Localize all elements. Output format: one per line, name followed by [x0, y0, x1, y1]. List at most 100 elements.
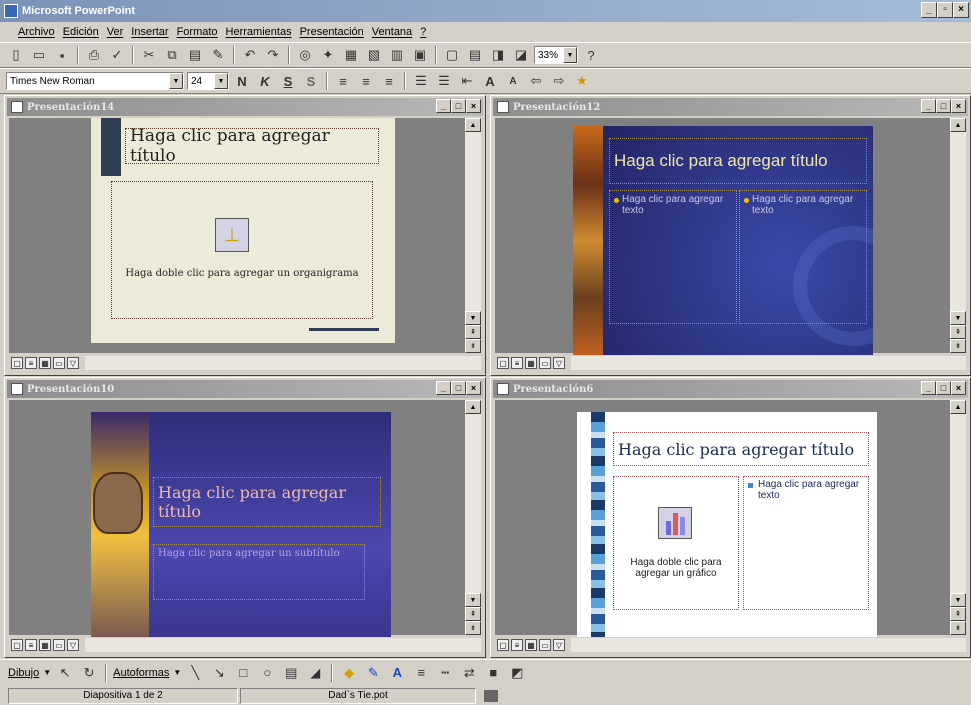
menu-help[interactable]: ?	[420, 26, 426, 38]
window-presentacion6[interactable]: Presentación6 _ □ × Haga clic para agreg…	[490, 377, 971, 658]
menu-ventana[interactable]: Ventana	[372, 26, 412, 38]
bullets-icon[interactable]: ☰	[434, 71, 454, 91]
horizontal-scrollbar[interactable]	[571, 356, 966, 370]
align-left-icon[interactable]: ≡	[333, 71, 353, 91]
next-slide-icon[interactable]: ⇟	[950, 621, 966, 635]
window-presentacion10[interactable]: Presentación10 _ □ × Haga clic para agre…	[4, 377, 486, 658]
paste-icon[interactable]: ▤	[185, 45, 205, 65]
line-style-icon[interactable]: ≡	[411, 663, 431, 683]
horizontal-scrollbar[interactable]	[571, 638, 966, 652]
outline-view-icon[interactable]: ≡	[511, 357, 523, 369]
3d-icon[interactable]: ◩	[507, 663, 527, 683]
notes-view-icon[interactable]: ▭	[53, 357, 65, 369]
insert-clipart-icon[interactable]: ▣	[410, 45, 430, 65]
scroll-down-icon[interactable]: ▼	[950, 311, 966, 325]
outline-view-icon[interactable]: ≡	[25, 639, 37, 651]
line-icon[interactable]: ╲	[185, 663, 205, 683]
scroll-up-icon[interactable]: ▲	[950, 400, 966, 414]
close-icon[interactable]: ×	[466, 381, 481, 395]
maximize-icon[interactable]: □	[936, 99, 951, 113]
next-slide-icon[interactable]: ⇟	[465, 339, 481, 353]
font-size-select[interactable]: 24 ▼	[187, 72, 229, 90]
arrow-icon[interactable]: ↘	[209, 663, 229, 683]
scroll-down-icon[interactable]: ▼	[465, 311, 481, 325]
notes-view-icon[interactable]: ▭	[539, 357, 551, 369]
minimize-icon[interactable]: _	[921, 2, 937, 18]
scroll-up-icon[interactable]: ▲	[465, 118, 481, 132]
spelling-icon[interactable]: ✓	[107, 45, 127, 65]
slideshow-icon[interactable]: ▽	[553, 357, 565, 369]
prev-slide-icon[interactable]: ⇞	[950, 325, 966, 339]
left-content-placeholder[interactable]: Haga clic para agregar texto	[609, 190, 737, 324]
copy-icon[interactable]: ⧉	[162, 45, 182, 65]
outline-view-icon[interactable]: ≡	[25, 357, 37, 369]
redo-icon[interactable]: ↷	[263, 45, 283, 65]
wordart-icon[interactable]: ◢	[305, 663, 325, 683]
minimize-icon[interactable]: _	[921, 99, 936, 113]
cut-icon[interactable]: ✂	[139, 45, 159, 65]
slide-presentacion12[interactable]: Haga clic para agregar título Haga clic …	[573, 126, 873, 356]
prev-slide-icon[interactable]: ⇞	[950, 607, 966, 621]
line-color-icon[interactable]: ✎	[363, 663, 383, 683]
vertical-scrollbar[interactable]: ▲ ▼ ⇞ ⇟	[465, 400, 481, 635]
subtitle-placeholder[interactable]: Haga clic para agregar un subtítulo	[153, 544, 365, 600]
print-icon[interactable]: ⎙	[84, 45, 104, 65]
close-icon[interactable]: ×	[951, 99, 966, 113]
align-center-icon[interactable]: ≡	[356, 71, 376, 91]
notes-view-icon[interactable]: ▭	[53, 639, 65, 651]
hyperlink-icon[interactable]: ◎	[295, 45, 315, 65]
menu-formato[interactable]: Formato	[177, 26, 218, 38]
next-slide-icon[interactable]: ⇟	[950, 339, 966, 353]
align-right-icon[interactable]: ≡	[379, 71, 399, 91]
minimize-icon[interactable]: _	[436, 381, 451, 395]
grayscale-icon[interactable]: ◪	[511, 45, 531, 65]
prev-slide-icon[interactable]: ⇞	[465, 607, 481, 621]
menu-insertar[interactable]: Insertar	[131, 26, 168, 38]
textbox-icon[interactable]: ▤	[281, 663, 301, 683]
shadow-icon[interactable]: ■	[483, 663, 503, 683]
window-presentacion14[interactable]: Presentación14 _ □ × Haga clic para agre…	[4, 95, 486, 376]
new-file-icon[interactable]: ▯	[6, 45, 26, 65]
vertical-scrollbar[interactable]: ▲ ▼ ⇞ ⇟	[465, 118, 481, 353]
scroll-up-icon[interactable]: ▲	[950, 118, 966, 132]
insert-word-table-icon[interactable]: ▧	[364, 45, 384, 65]
menu-herramientas[interactable]: Herramientas	[226, 26, 292, 38]
slideshow-icon[interactable]: ▽	[67, 639, 79, 651]
maximize-icon[interactable]: □	[451, 381, 466, 395]
vertical-scrollbar[interactable]: ▲ ▼ ⇞ ⇟	[950, 400, 966, 635]
slide-sorter-icon[interactable]: ▦	[39, 639, 51, 651]
window-titlebar[interactable]: Presentación12	[493, 98, 968, 116]
chart-placeholder[interactable]: Haga doble clic para agregar un gráfico	[613, 476, 739, 610]
slideshow-icon[interactable]: ▽	[67, 357, 79, 369]
fill-color-icon[interactable]: ◆	[339, 663, 359, 683]
decrease-indent-icon[interactable]: ⇤	[457, 71, 477, 91]
slide-presentacion6[interactable]: Haga clic para agregar título Haga doble…	[577, 412, 877, 638]
italic-button[interactable]: K	[255, 71, 275, 91]
slide-presentacion14[interactable]: Haga clic para agregar título ⊥ Haga dob…	[91, 118, 395, 343]
underline-button[interactable]: S	[278, 71, 298, 91]
new-slide-icon[interactable]: ▢	[442, 45, 462, 65]
minimize-icon[interactable]: _	[436, 99, 451, 113]
right-content-placeholder[interactable]: Haga clic para agregar texto	[739, 190, 867, 324]
horizontal-scrollbar[interactable]	[85, 356, 481, 370]
shadow-button[interactable]: S	[301, 71, 321, 91]
normal-view-icon[interactable]: ▢	[11, 639, 23, 651]
slide-sorter-icon[interactable]: ▦	[525, 639, 537, 651]
text-placeholder[interactable]: Haga clic para agregar texto	[743, 476, 869, 610]
draw-menu-button[interactable]: Dibujo	[8, 667, 39, 679]
menu-edicion[interactable]: Edición	[63, 26, 99, 38]
open-folder-icon[interactable]: ▭	[29, 45, 49, 65]
increase-font-icon[interactable]: A	[480, 71, 500, 91]
format-painter-icon[interactable]: ✎	[208, 45, 228, 65]
save-icon[interactable]: ▪	[52, 45, 72, 65]
scroll-up-icon[interactable]: ▲	[465, 400, 481, 414]
close-icon[interactable]: ×	[951, 381, 966, 395]
bold-button[interactable]: N	[232, 71, 252, 91]
demote-icon[interactable]: ⇨	[549, 71, 569, 91]
title-placeholder[interactable]: Haga clic para agregar título	[125, 126, 379, 166]
normal-view-icon[interactable]: ▢	[497, 639, 509, 651]
font-color-icon[interactable]: A	[387, 663, 407, 683]
title-placeholder[interactable]: Haga clic para agregar título	[609, 138, 867, 184]
rectangle-icon[interactable]: □	[233, 663, 253, 683]
font-select[interactable]: Times New Roman ▼	[6, 72, 184, 90]
